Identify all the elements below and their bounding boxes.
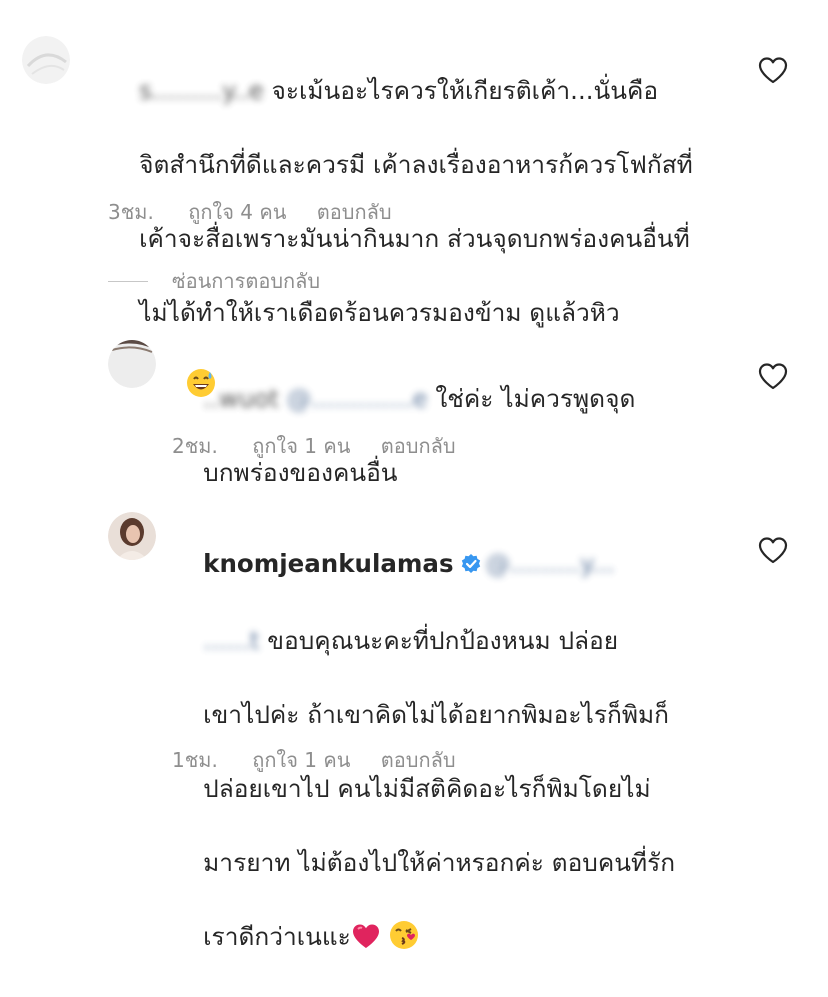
reply-line-5: เราดีกว่าเนแะ bbox=[203, 922, 351, 951]
reply-line-3: ปล่อยเขาไป คนไม่มีสติคิดอะไรก็พิมโดยไม่ bbox=[203, 774, 651, 803]
hide-replies-label: ซ่อนการตอบกลับ bbox=[172, 269, 321, 293]
reply-line-2: เขาไปค่ะ ถ้าเขาคิดไม่ได้อยากพิมอะไรก็พิม… bbox=[203, 700, 670, 729]
comment-line-1: จะเม้นอะไรควรให้เกียรติเค้า...นั่นคือ bbox=[263, 76, 659, 105]
mention-link[interactable]: @.............e bbox=[287, 380, 428, 417]
mention-link-continued[interactable]: ......t bbox=[203, 622, 259, 659]
comment-time: 3ชม. bbox=[108, 200, 154, 224]
comment-meta: 3ชม. ถูกใจ 4 คน ตอบกลับ bbox=[108, 196, 416, 228]
commenter-username[interactable]: ..wuot bbox=[203, 380, 279, 417]
commenter-username[interactable]: knomjeankulamas bbox=[203, 549, 453, 578]
comment-line-4: ไม่ได้ทำให้เราเดือดร้อนควรมองข้าม ดูแล้ว… bbox=[139, 298, 620, 327]
red-heart-emoji bbox=[351, 922, 381, 960]
avatar-image bbox=[108, 512, 156, 560]
reply-line-2: บกพร่องของคนอื่น bbox=[203, 458, 398, 487]
like-heart-icon[interactable] bbox=[758, 56, 788, 84]
avatar[interactable] bbox=[108, 512, 156, 560]
commenter-username[interactable]: s.........y..e bbox=[139, 72, 264, 109]
reply-line-1: ขอบคุณนะคะที่ปกป้องหนม ปล่อย bbox=[259, 626, 619, 655]
reply-button[interactable]: ตอบกลับ bbox=[381, 434, 456, 458]
avatar[interactable] bbox=[22, 36, 70, 84]
avatar[interactable] bbox=[108, 340, 156, 388]
avatar-image bbox=[108, 340, 156, 388]
reply-line-4: มารยาท ไม่ต้องไปให้ค่าหรอกค่ะ ตอบคนที่รั… bbox=[203, 848, 676, 877]
divider bbox=[108, 280, 148, 282]
avatar-image bbox=[22, 36, 70, 84]
reply-meta: 1ชม. ถูกใจ 1 คน ตอบกลับ bbox=[172, 744, 480, 776]
verified-badge-icon bbox=[460, 548, 482, 585]
reply-button[interactable]: ตอบกลับ bbox=[381, 748, 456, 772]
reply-line-1: ใช่ค่ะ ไม่ควรพูดจุด bbox=[427, 384, 636, 413]
likes-count[interactable]: ถูกใจ 4 คน bbox=[188, 200, 286, 224]
reply-time: 1ชม. bbox=[172, 748, 218, 772]
like-heart-icon[interactable] bbox=[758, 362, 788, 390]
likes-count[interactable]: ถูกใจ 1 คน bbox=[252, 434, 350, 458]
like-heart-icon[interactable] bbox=[758, 536, 788, 564]
comment-line-3: เค้าจะสื่อเพราะมันน่ากินมาก ส่วนจุดบกพร่… bbox=[139, 224, 690, 253]
reply-meta: 2ชม. ถูกใจ 1 คน ตอบกลับ bbox=[172, 430, 480, 462]
reply-time: 2ชม. bbox=[172, 434, 218, 458]
reply-button[interactable]: ตอบกลับ bbox=[317, 200, 392, 224]
kiss-emoji bbox=[389, 920, 419, 960]
likes-count[interactable]: ถูกใจ 1 คน bbox=[252, 748, 350, 772]
mention-link[interactable]: @.........y... bbox=[486, 545, 615, 582]
comment-line-2: จิตสำนึกที่ดีและควรมี เค้าลงเรื่องอาหารก… bbox=[139, 150, 693, 179]
hide-replies-toggle[interactable]: ซ่อนการตอบกลับ bbox=[108, 266, 320, 296]
